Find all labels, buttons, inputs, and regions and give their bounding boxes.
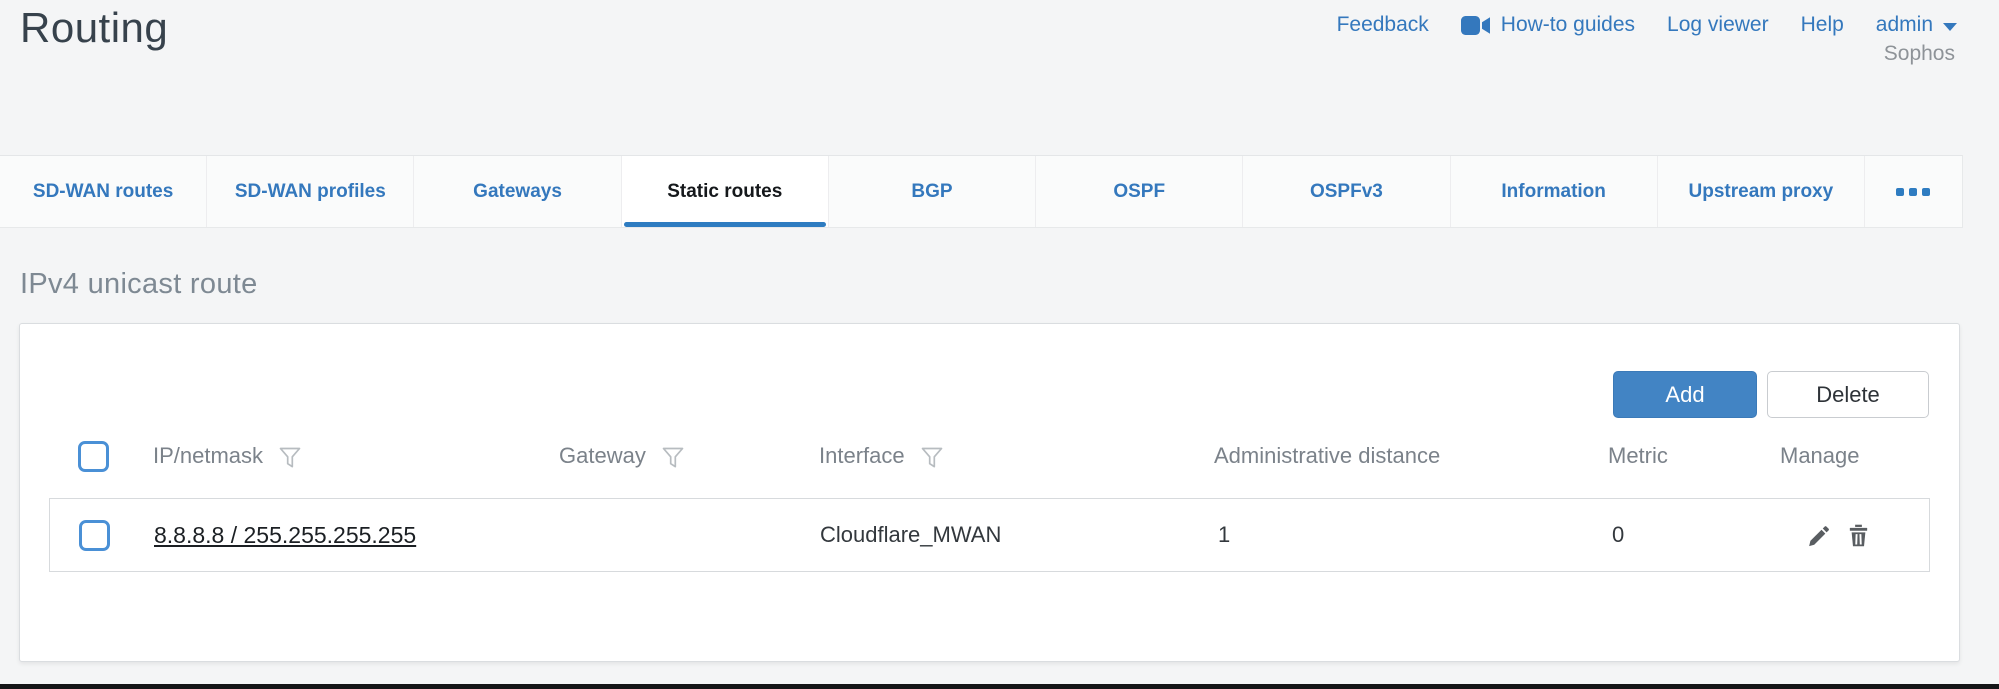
howto-guides-link[interactable]: How-to guides (1461, 13, 1635, 37)
cell-ip-netmask: 8.8.8.8 / 255.255.255.255 (154, 499, 416, 571)
column-header-manage: Manage (1780, 431, 1860, 481)
select-all-cell (78, 431, 109, 481)
tab-ospfv3[interactable]: OSPFv3 (1243, 156, 1450, 227)
chevron-down-icon (1943, 23, 1957, 31)
howto-guides-label: How-to guides (1501, 13, 1635, 37)
tabbar: SD-WAN routes SD-WAN profiles Gateways S… (0, 155, 1963, 228)
tab-upstream-proxy[interactable]: Upstream proxy (1658, 156, 1865, 227)
tab-information[interactable]: Information (1451, 156, 1658, 227)
log-viewer-label: Log viewer (1667, 13, 1769, 37)
column-header-administrative-distance: Administrative distance (1214, 431, 1440, 481)
column-label: IP/netmask (153, 443, 263, 469)
cell-metric: 0 (1612, 499, 1624, 571)
row-select-cell (79, 499, 110, 571)
admin-label: admin (1876, 13, 1933, 37)
delete-button[interactable]: Delete (1767, 371, 1929, 418)
table-row: 8.8.8.8 / 255.255.255.255 Cloudflare_MWA… (49, 498, 1930, 572)
bottom-window-edge (0, 684, 1999, 689)
add-button[interactable]: Add (1613, 371, 1757, 418)
cell-administrative-distance: 1 (1218, 499, 1230, 571)
column-label: Manage (1780, 443, 1860, 469)
column-label: Gateway (559, 443, 646, 469)
column-header-ip-netmask: IP/netmask (153, 431, 302, 481)
video-icon (1461, 16, 1491, 35)
cell-interface: Cloudflare_MWAN (820, 499, 1001, 571)
column-label: Metric (1608, 443, 1668, 469)
filter-icon[interactable] (920, 447, 944, 469)
top-nav: Feedback How-to guides Log viewer Help a… (1337, 10, 1957, 40)
ellipsis-icon (1909, 188, 1917, 196)
tab-bgp[interactable]: BGP (829, 156, 1036, 227)
column-header-interface: Interface (819, 431, 944, 481)
column-label: Interface (819, 443, 905, 469)
tabs-overflow-button[interactable] (1865, 156, 1962, 227)
column-label: Administrative distance (1214, 443, 1440, 469)
tab-sdwan-routes[interactable]: SD-WAN routes (0, 156, 207, 227)
routes-card: Add Delete IP/netmask Gateway Interface (19, 323, 1960, 662)
route-link[interactable]: 8.8.8.8 / 255.255.255.255 (154, 522, 416, 549)
select-all-checkbox[interactable] (78, 441, 109, 472)
routing-page: Routing Feedback How-to guides Log viewe… (0, 0, 1999, 689)
tab-static-routes[interactable]: Static routes (622, 156, 829, 227)
ellipsis-icon (1896, 188, 1904, 196)
edit-icon[interactable] (1806, 522, 1833, 549)
column-header-metric: Metric (1608, 431, 1668, 481)
section-title: IPv4 unicast route (20, 268, 258, 301)
cell-manage (1806, 499, 1872, 571)
row-checkbox[interactable] (79, 520, 110, 551)
admin-menu-button[interactable]: admin (1876, 13, 1957, 37)
tab-sdwan-profiles[interactable]: SD-WAN profiles (207, 156, 414, 227)
feedback-link[interactable]: Feedback (1337, 13, 1429, 37)
ellipsis-icon (1922, 188, 1930, 196)
column-header-gateway: Gateway (559, 431, 685, 481)
help-link[interactable]: Help (1801, 13, 1844, 37)
log-viewer-link[interactable]: Log viewer (1667, 13, 1769, 37)
page-title: Routing (20, 4, 168, 52)
table-toolbar: Add Delete (1613, 371, 1929, 418)
help-label: Help (1801, 13, 1844, 37)
feedback-label: Feedback (1337, 13, 1429, 37)
trash-icon[interactable] (1845, 522, 1872, 549)
tab-gateways[interactable]: Gateways (414, 156, 621, 227)
tab-ospf[interactable]: OSPF (1036, 156, 1243, 227)
brand-label: Sophos (1884, 42, 1955, 66)
filter-icon[interactable] (278, 447, 302, 469)
filter-icon[interactable] (661, 447, 685, 469)
